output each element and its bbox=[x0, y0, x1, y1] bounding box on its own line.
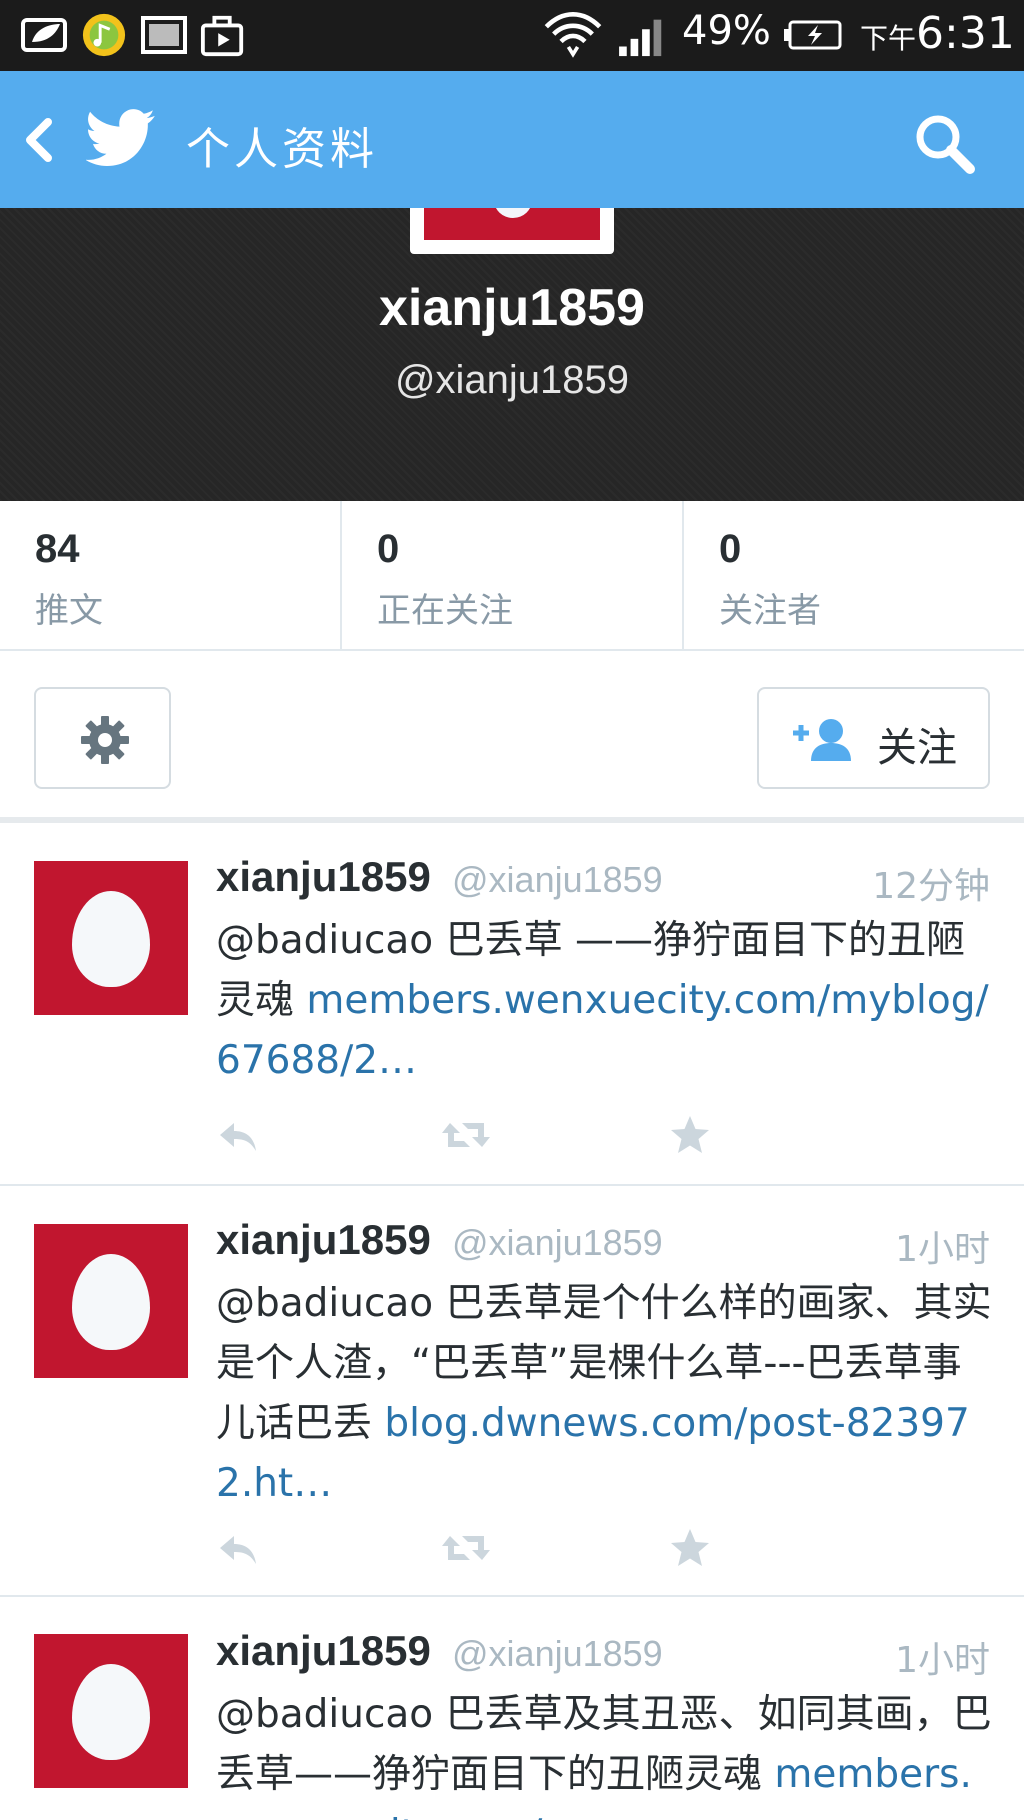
tweet-author-name[interactable]: xianju1859 bbox=[216, 1627, 431, 1675]
egg-icon bbox=[72, 1664, 150, 1760]
stat-label: 关注者 bbox=[719, 591, 821, 631]
favorite-icon[interactable] bbox=[668, 1528, 712, 1568]
profile-name: xianju1859 bbox=[379, 279, 645, 337]
stat-followers[interactable]: 0 关注者 bbox=[682, 501, 1024, 649]
profile-avatar[interactable] bbox=[410, 208, 614, 254]
reply-icon[interactable] bbox=[216, 1115, 260, 1155]
tweet-link[interactable]: members.wenxuecity.com/myblog/67688/2… bbox=[216, 978, 989, 1083]
tweet-item[interactable]: xianju1859 @xianju1859 1小时 @badiucao 巴丢草… bbox=[0, 1597, 1024, 1820]
stat-count: 84 bbox=[35, 527, 80, 571]
gear-icon bbox=[81, 716, 129, 764]
settings-button[interactable] bbox=[34, 687, 171, 789]
avatar[interactable] bbox=[34, 1224, 188, 1378]
tweet-author-name[interactable]: xianju1859 bbox=[216, 853, 431, 901]
stat-following[interactable]: 0 正在关注 bbox=[340, 501, 682, 649]
signal-icon bbox=[619, 19, 662, 57]
page-title: 个人资料 bbox=[186, 124, 378, 175]
add-user-icon bbox=[793, 719, 851, 761]
store-app-icon bbox=[200, 15, 244, 57]
retweet-icon[interactable] bbox=[440, 1528, 492, 1568]
tweet-author-handle: @xianju1859 bbox=[452, 859, 663, 900]
profile-stats: 84 推文 0 正在关注 0 关注者 bbox=[0, 501, 1024, 651]
avatar[interactable] bbox=[34, 861, 188, 1015]
profile-handle: @xianju1859 bbox=[394, 358, 630, 402]
clock: 下午6:31 bbox=[860, 8, 1015, 59]
favorite-icon[interactable] bbox=[668, 1115, 712, 1155]
tweet-author-handle: @xianju1859 bbox=[452, 1222, 663, 1263]
stat-count: 0 bbox=[719, 527, 742, 571]
profile-avatar-image bbox=[424, 208, 600, 240]
tweet-author-name[interactable]: xianju1859 bbox=[216, 1216, 431, 1264]
tweet-author-handle: @xianju1859 bbox=[452, 1633, 663, 1674]
battery-percent: 49% bbox=[682, 8, 771, 54]
tweet-actions bbox=[216, 1115, 776, 1159]
search-icon[interactable] bbox=[912, 111, 976, 175]
tweet-text: @badiucao 巴丢草是个什么样的画家、其实是个人渣，“巴丢草”是棵什么草-… bbox=[216, 1274, 996, 1514]
tweet-timestamp: 1小时 bbox=[895, 1229, 990, 1270]
back-icon[interactable] bbox=[18, 114, 58, 166]
profile-header: xianju1859 @xianju1859 bbox=[0, 208, 1024, 501]
tweet-timestamp: 1小时 bbox=[895, 1640, 990, 1681]
follow-button[interactable]: 关注 bbox=[757, 687, 990, 789]
tweet-text: @badiucao 巴丢草及其丑恶、如同其画，巴丢草——狰狞面目下的丑陋灵魂 m… bbox=[216, 1685, 996, 1820]
egg-icon bbox=[72, 891, 150, 987]
stat-tweets[interactable]: 84 推文 bbox=[0, 501, 340, 649]
app-bar: 个人资料 bbox=[0, 71, 1024, 208]
twitter-bird-icon bbox=[86, 109, 155, 166]
music-app-icon bbox=[82, 13, 126, 57]
profile-actions: 关注 bbox=[0, 651, 1024, 823]
tweet-timestamp: 12分钟 bbox=[872, 866, 990, 907]
stat-count: 0 bbox=[377, 527, 400, 571]
status-bar: 49% 下午6:31 bbox=[0, 0, 1024, 71]
follow-label: 关注 bbox=[877, 725, 957, 771]
tweet-actions bbox=[216, 1528, 776, 1572]
retweet-icon[interactable] bbox=[440, 1115, 492, 1155]
tweet-item[interactable]: xianju1859 @xianju1859 12分钟 @badiucao 巴丢… bbox=[0, 823, 1024, 1186]
egg-icon bbox=[72, 1254, 150, 1350]
stat-label: 推文 bbox=[35, 591, 103, 631]
clock-time: 6:31 bbox=[916, 8, 1015, 59]
reply-icon[interactable] bbox=[216, 1528, 260, 1568]
tweet-item[interactable]: xianju1859 @xianju1859 1小时 @badiucao 巴丢草… bbox=[0, 1186, 1024, 1597]
clock-period: 下午 bbox=[860, 22, 917, 55]
battery-icon bbox=[784, 20, 842, 50]
leaf-app-icon bbox=[21, 18, 67, 52]
picture-app-icon bbox=[141, 16, 187, 54]
egg-icon bbox=[494, 208, 532, 218]
wifi-icon bbox=[544, 12, 602, 58]
tweet-text: @badiucao 巴丢草 ——狰狞面目下的丑陋灵魂 members.wenxu… bbox=[216, 911, 996, 1091]
avatar[interactable] bbox=[34, 1634, 188, 1788]
stat-label: 正在关注 bbox=[377, 591, 513, 631]
